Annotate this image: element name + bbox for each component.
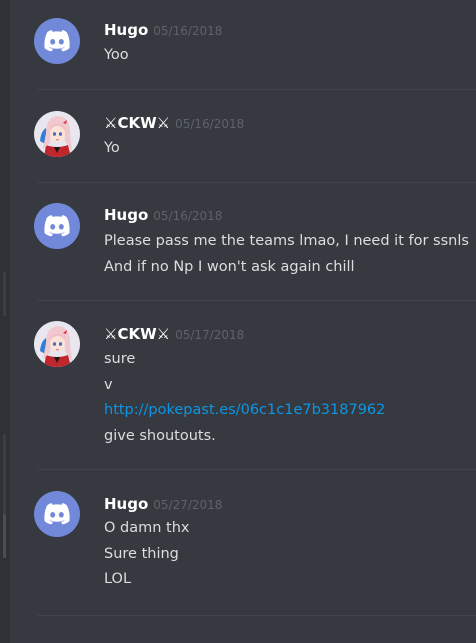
message-divider	[38, 615, 476, 616]
user-avatar[interactable]	[34, 321, 80, 367]
message-list[interactable]: Hugo 05/16/2018 Yoo ⚔CKW⚔ 05/16/2018 Yo …	[10, 0, 476, 643]
message-text: O damn thx	[104, 520, 190, 536]
message-divider	[38, 89, 476, 90]
message-text: LOL	[104, 571, 132, 587]
user-avatar[interactable]	[34, 18, 80, 64]
discord-logo-icon	[44, 30, 70, 52]
discord-logo-icon	[44, 503, 70, 525]
scroll-marker	[3, 514, 6, 558]
author-name[interactable]: Hugo	[104, 21, 148, 39]
author-name[interactable]: ⚔CKW⚔	[104, 325, 170, 343]
scroll-marker	[3, 272, 6, 316]
discord-logo-icon	[44, 215, 70, 237]
left-gutter	[0, 0, 10, 643]
scroll-marker	[3, 434, 6, 514]
timestamp: 05/17/2018	[175, 328, 245, 342]
message-text: Please pass me the teams lmao, I need it…	[104, 233, 469, 249]
message-divider	[38, 182, 476, 183]
timestamp: 05/27/2018	[153, 498, 223, 512]
message-header: Hugo 05/16/2018	[104, 20, 222, 40]
message-divider	[38, 469, 476, 470]
message-text: And if no Np I won't ask again chill	[104, 259, 355, 275]
author-name[interactable]: Hugo	[104, 206, 148, 224]
message-header: ⚔CKW⚔ 05/16/2018	[104, 113, 244, 133]
author-name[interactable]: ⚔CKW⚔	[104, 114, 170, 132]
message-link[interactable]: http://pokepast.es/06c1c1e7b3187962	[104, 400, 385, 420]
message-text: Yoo	[104, 47, 129, 63]
timestamp: 05/16/2018	[153, 24, 223, 38]
message-text: Sure thing	[104, 546, 179, 562]
user-avatar[interactable]	[34, 491, 80, 537]
message-header: ⚔CKW⚔ 05/17/2018	[104, 324, 244, 344]
anime-girl-avatar	[34, 111, 80, 157]
message-header: Hugo 05/16/2018	[104, 205, 222, 225]
message-header: Hugo 05/27/2018	[104, 494, 222, 514]
author-name[interactable]: Hugo	[104, 495, 148, 513]
message-text: give shoutouts.	[104, 428, 216, 444]
user-avatar[interactable]	[34, 111, 80, 157]
timestamp: 05/16/2018	[153, 209, 223, 223]
user-avatar[interactable]	[34, 203, 80, 249]
message-text: Yo	[104, 140, 120, 156]
message-text: v	[104, 377, 113, 393]
message-text: sure	[104, 351, 136, 367]
timestamp: 05/16/2018	[175, 117, 245, 131]
message-divider	[38, 300, 476, 301]
anime-girl-avatar	[34, 321, 80, 367]
